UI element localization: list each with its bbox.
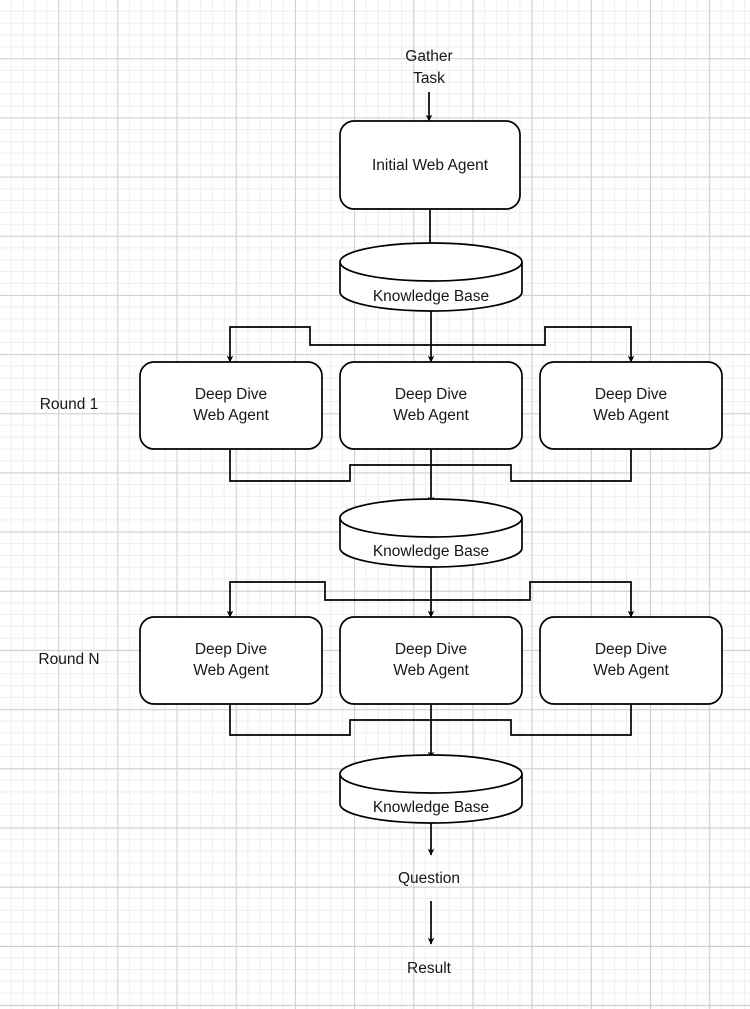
node-deep-dive-rn-left[interactable]: Deep Dive Web Agent [139, 616, 323, 705]
initial-web-agent-label: Initial Web Agent [372, 157, 489, 174]
deep-dive-rn-right-label-line2: Web Agent [593, 662, 669, 679]
node-knowledge-base-1[interactable]: Knowledge Base [339, 242, 523, 312]
question-label: Question [398, 870, 460, 887]
node-knowledge-base-2[interactable]: Knowledge Base [339, 498, 523, 568]
deep-dive-r1-center-box-fill [340, 362, 522, 449]
edge-knowledge-base-1-to-deep-dive-r1-left [226, 326, 431, 363]
diagram-canvas: Gather Task Initial Web Agent Knowledge … [0, 0, 750, 1009]
result-label: Result [407, 960, 452, 977]
round-n-label: Round N [38, 651, 99, 668]
gather-task-label-line2: Task [413, 70, 445, 87]
node-deep-dive-r1-left[interactable]: Deep Dive Web Agent [139, 361, 323, 450]
deep-dive-r1-left-label-line2: Web Agent [193, 407, 269, 424]
edge-deep-dive-rn-right-to-knowledge-base-3 [431, 704, 632, 736]
node-deep-dive-r1-right[interactable]: Deep Dive Web Agent [539, 361, 723, 450]
node-initial-web-agent[interactable]: Initial Web Agent [339, 120, 521, 210]
node-deep-dive-r1-center[interactable]: Deep Dive Web Agent [339, 361, 523, 450]
deep-dive-rn-left-label-line2: Web Agent [193, 662, 269, 679]
edge-knowledge-base-2-to-deep-dive-rn-left [226, 581, 431, 618]
deep-dive-rn-left-label-line1: Deep Dive [195, 641, 267, 658]
edge-knowledge-base-1-to-deep-dive-r1-right [431, 326, 635, 363]
deep-dive-r1-left-box-fill [140, 362, 322, 449]
deep-dive-r1-center-label-line1: Deep Dive [395, 386, 467, 403]
deep-dive-r1-center-label-line2: Web Agent [393, 407, 469, 424]
edge-knowledge-base-2-to-deep-dive-rn-right [431, 581, 635, 618]
knowledge-base-3-label: Knowledge Base [373, 799, 489, 816]
deep-dive-rn-center-label-line2: Web Agent [393, 662, 469, 679]
edge-deep-dive-rn-left-to-knowledge-base-3 [229, 704, 431, 736]
deep-dive-rn-right-label-line1: Deep Dive [595, 641, 667, 658]
edge-deep-dive-r1-right-to-knowledge-base-2 [431, 449, 632, 482]
knowledge-base-2-label: Knowledge Base [373, 543, 489, 560]
node-deep-dive-rn-center[interactable]: Deep Dive Web Agent [339, 616, 523, 705]
deep-dive-r1-right-label-line1: Deep Dive [595, 386, 667, 403]
node-gather-task: Gather Task [405, 48, 452, 87]
gather-task-label-line1: Gather [405, 48, 452, 65]
deep-dive-r1-right-box-fill [540, 362, 722, 449]
round-1-label: Round 1 [40, 396, 99, 413]
deep-dive-rn-center-label-line1: Deep Dive [395, 641, 467, 658]
node-knowledge-base-3[interactable]: Knowledge Base [339, 754, 523, 824]
knowledge-base-1-label: Knowledge Base [373, 288, 489, 305]
deep-dive-r1-right-label-line2: Web Agent [593, 407, 669, 424]
flowchart-svg: Gather Task Initial Web Agent Knowledge … [38, 48, 723, 977]
deep-dive-rn-center-box-fill [340, 617, 522, 704]
deep-dive-rn-left-box-fill [140, 617, 322, 704]
edge-deep-dive-r1-left-to-knowledge-base-2 [229, 449, 431, 482]
node-deep-dive-rn-right[interactable]: Deep Dive Web Agent [539, 616, 723, 705]
deep-dive-rn-right-box-fill [540, 617, 722, 704]
deep-dive-r1-left-label-line1: Deep Dive [195, 386, 267, 403]
